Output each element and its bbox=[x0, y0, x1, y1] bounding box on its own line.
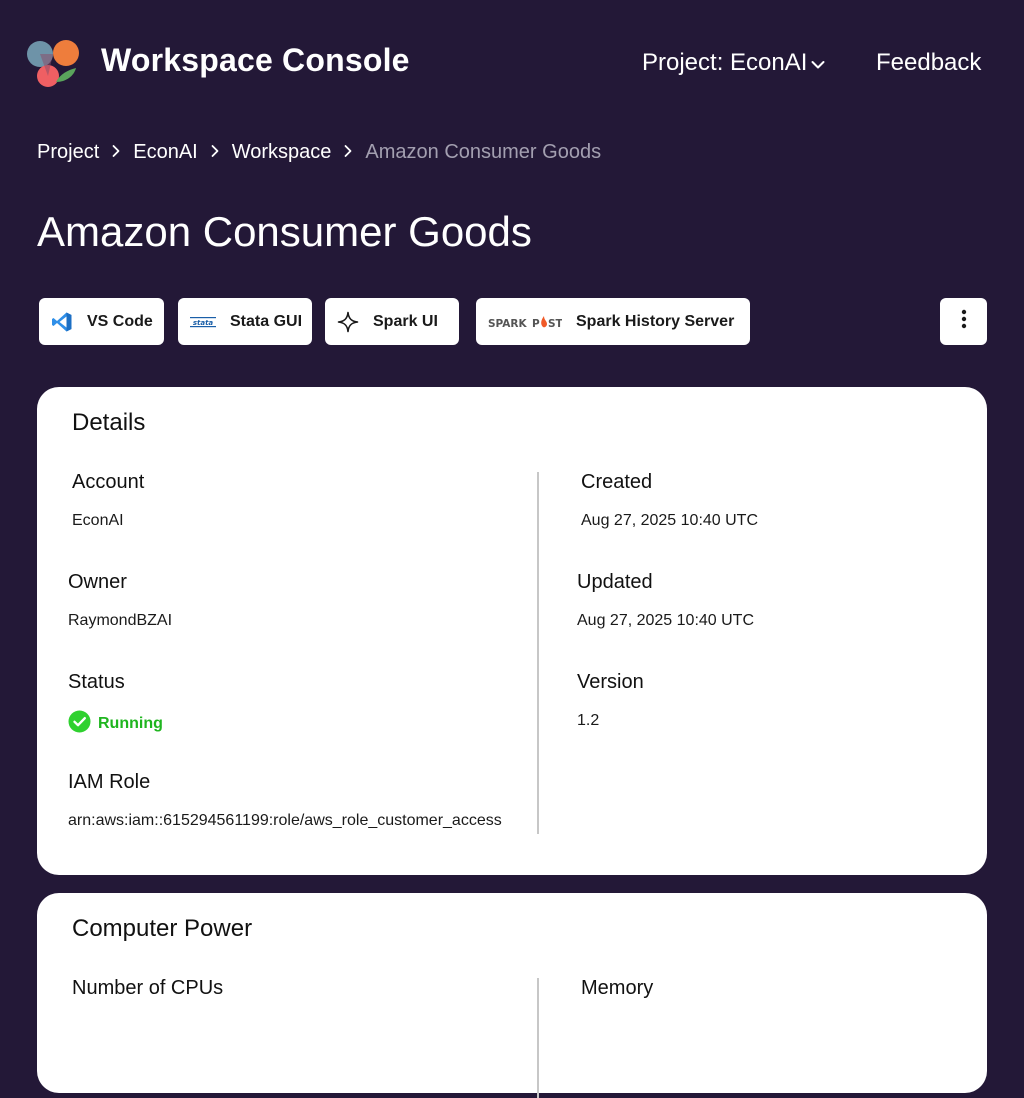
compute-power-card: Computer Power Number of CPUs Memory bbox=[37, 893, 987, 1098]
chevron-down-icon bbox=[811, 49, 825, 77]
vscode-button-label: VS Code bbox=[87, 312, 153, 330]
version-value: 1.2 bbox=[577, 712, 600, 729]
spark-ui-button-label: Spark UI bbox=[373, 312, 438, 330]
app-title: Workspace Console bbox=[101, 42, 410, 78]
status-label: Status bbox=[68, 671, 125, 693]
breadcrumb-item-econai[interactable]: EconAI bbox=[133, 141, 197, 164]
iam-role-value: arn:aws:iam::615294561199:role/aws_role_… bbox=[68, 812, 502, 829]
chevron-right-icon bbox=[99, 141, 133, 164]
sparkpost-logo: SPARK P ST bbox=[488, 312, 562, 332]
chevron-right-icon bbox=[331, 141, 365, 164]
breadcrumb-item-project[interactable]: Project bbox=[37, 141, 99, 164]
svg-text:SPARK: SPARK bbox=[488, 318, 528, 330]
breadcrumb-item-current: Amazon Consumer Goods bbox=[365, 141, 602, 163]
owner-label: Owner bbox=[68, 571, 127, 593]
iam-role-label: IAM Role bbox=[68, 771, 151, 793]
compute-power-card-title: Computer Power bbox=[72, 915, 253, 942]
more-options-button[interactable] bbox=[940, 298, 987, 345]
vscode-icon bbox=[51, 311, 73, 333]
feedback-link[interactable]: Feedback bbox=[876, 49, 981, 77]
owner-value: RaymondBZAI bbox=[68, 612, 173, 629]
project-selector-label: Project: EconAI bbox=[642, 49, 808, 76]
sparkle-icon bbox=[337, 311, 359, 333]
created-label: Created bbox=[581, 471, 653, 493]
version-label: Version bbox=[577, 671, 644, 693]
status-badge: Running bbox=[68, 710, 163, 738]
account-value: EconAI bbox=[72, 512, 124, 529]
cpus-label: Number of CPUs bbox=[72, 977, 224, 999]
memory-label: Memory bbox=[581, 977, 654, 999]
stata-gui-button[interactable]: stata Stata GUI bbox=[178, 298, 312, 345]
updated-label: Updated bbox=[577, 571, 653, 593]
account-label: Account bbox=[72, 471, 145, 493]
page-title: Amazon Consumer Goods bbox=[37, 208, 532, 255]
details-card: Details Account EconAI Owner RaymondBZAI… bbox=[37, 387, 987, 875]
spark-ui-button[interactable]: Spark UI bbox=[325, 298, 459, 345]
project-selector[interactable]: Project: EconAI bbox=[642, 49, 825, 77]
svg-text:ST: ST bbox=[548, 318, 562, 330]
status-value: Running bbox=[98, 715, 163, 732]
stata-icon: stata bbox=[190, 315, 216, 329]
details-card-title: Details bbox=[72, 409, 146, 436]
chevron-right-icon bbox=[198, 141, 232, 164]
check-circle-icon bbox=[68, 710, 91, 738]
svg-text:stata: stata bbox=[193, 319, 214, 327]
created-value: Aug 27, 2025 10:40 UTC bbox=[581, 512, 759, 529]
breadcrumb: Project EconAI Workspace Amazon Consumer… bbox=[37, 141, 601, 164]
spark-history-server-button[interactable]: SPARK P ST Spark History Server bbox=[476, 298, 750, 345]
updated-value: Aug 27, 2025 10:40 UTC bbox=[577, 612, 755, 629]
app-logo-icon[interactable] bbox=[26, 38, 82, 88]
spark-history-server-button-label: Spark History Server bbox=[576, 312, 735, 330]
more-vertical-icon bbox=[961, 309, 967, 334]
vscode-button[interactable]: VS Code bbox=[39, 298, 164, 345]
stata-gui-button-label: Stata GUI bbox=[230, 312, 303, 330]
details-divider bbox=[537, 472, 539, 834]
svg-text:P: P bbox=[532, 318, 540, 330]
top-bar: Workspace Console Project: EconAI Feedba… bbox=[0, 0, 1024, 124]
compute-divider bbox=[537, 978, 539, 1098]
breadcrumb-item-workspace[interactable]: Workspace bbox=[232, 141, 332, 164]
